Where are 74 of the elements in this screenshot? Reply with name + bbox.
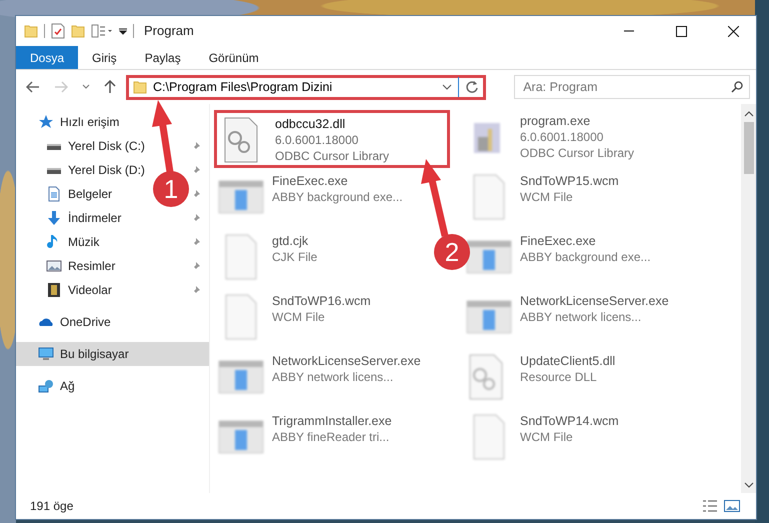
sidebar-item[interactable]: Yerel Disk (D:) — [68, 161, 145, 179]
step-badge: 1 — [153, 171, 189, 207]
file-detail: 6.0.6001.18000 — [520, 129, 604, 145]
maximize-icon — [676, 26, 686, 36]
sidebar-item[interactable]: Yerel Disk (C:) — [68, 137, 145, 155]
tiles-view-icon[interactable] — [724, 499, 740, 513]
file-name[interactable]: NetworkLicenseServer.exe — [520, 293, 669, 309]
file-detail: ABBY network licens... — [520, 309, 642, 325]
file-detail: Resource DLL — [520, 369, 598, 385]
file-detail: 6.0.6001.18000 — [275, 132, 360, 148]
sidebar-item[interactable]: İndirmeler — [68, 209, 122, 227]
chevron-down-icon — [82, 84, 90, 90]
file-name[interactable]: FineExec.exe — [520, 233, 651, 249]
file-detail: WCM File — [520, 429, 574, 445]
file-name[interactable]: SndToWP16.wcm — [272, 293, 371, 309]
address-bar[interactable]: C:\Program Files\Program Dizini — [126, 74, 486, 100]
sidebar-item[interactable]: Belgeler — [68, 185, 112, 203]
search-icon[interactable] — [731, 81, 743, 93]
close-icon — [728, 26, 738, 36]
sidebar-item[interactable]: Hızlı erişim — [60, 113, 120, 131]
minimize-icon — [624, 30, 634, 32]
folder-icon — [133, 80, 147, 94]
sidebar-item[interactable]: Müzik — [68, 233, 100, 251]
back-arrow-icon — [26, 81, 40, 93]
file-detail: WCM File — [272, 309, 326, 325]
item-count: 191 öge — [30, 498, 74, 515]
sidebar-item[interactable]: Bu bilgisayar — [16, 342, 209, 366]
file-name[interactable]: program.exe — [520, 113, 634, 129]
file-name[interactable]: FineExec.exe — [272, 173, 403, 189]
file-name[interactable]: gtd.cjk — [272, 233, 318, 249]
scrollbar[interactable] — [741, 104, 756, 493]
sidebar-item[interactable]: Ağ — [60, 377, 75, 395]
view-icon[interactable] — [91, 24, 113, 38]
forward-arrow-icon — [54, 81, 68, 93]
network-icon — [38, 378, 54, 394]
file-detail: ABBY background exe... — [520, 249, 651, 265]
file-detail: ABBY background exe... — [272, 189, 403, 205]
dropdown-icon[interactable] — [442, 84, 452, 90]
ribbon-tab[interactable]: Dosya — [16, 46, 78, 69]
monitor-icon — [38, 346, 54, 362]
caret-icon[interactable] — [119, 26, 127, 36]
up-arrow-icon — [104, 80, 116, 94]
file-name[interactable]: SndToWP15.wcm — [520, 173, 619, 189]
download-arrow-icon — [46, 210, 62, 226]
sidebar-item[interactable]: Videolar — [68, 281, 112, 299]
file-name[interactable]: UpdateClient5.dll — [520, 353, 616, 369]
sidebar-item[interactable]: Resimler — [68, 257, 116, 275]
step-badge: 2 — [434, 234, 470, 270]
film-icon — [46, 282, 62, 298]
scroll-down-icon[interactable] — [744, 481, 754, 489]
file-detail: ABBY network licens... — [272, 369, 394, 385]
file-detail: CJK File — [272, 249, 318, 265]
file-detail: ODBC Cursor Library — [520, 145, 634, 161]
file-name[interactable]: SndToWP14.wcm — [520, 413, 619, 429]
file-detail: ABBY fineReader tri... — [272, 429, 390, 445]
window-title: Program — [144, 22, 194, 40]
file-name[interactable]: odbccu32.dll — [275, 116, 390, 132]
properties-icon[interactable] — [51, 23, 65, 39]
ribbon-tab[interactable]: Paylaş — [130, 46, 195, 69]
ribbon-tab[interactable]: Giriş — [78, 46, 131, 69]
sidebar-item[interactable]: OneDrive — [60, 313, 111, 331]
scroll-up-icon[interactable] — [744, 110, 754, 118]
image-icon — [46, 258, 62, 274]
file-name[interactable]: TrigrammInstaller.exe — [272, 413, 392, 429]
search-box[interactable]: Ara: Program — [514, 75, 750, 99]
refresh-icon[interactable] — [465, 80, 480, 94]
file-detail: ODBC Cursor Library — [275, 148, 390, 164]
scroll-thumb[interactable] — [744, 122, 754, 174]
file-detail: WCM File — [520, 189, 574, 205]
ribbon-tab[interactable]: Görünüm — [194, 46, 273, 69]
star-icon — [38, 114, 54, 130]
file-name[interactable]: NetworkLicenseServer.exe — [272, 353, 421, 369]
document-icon — [46, 186, 62, 202]
details-view-icon[interactable] — [702, 499, 718, 513]
